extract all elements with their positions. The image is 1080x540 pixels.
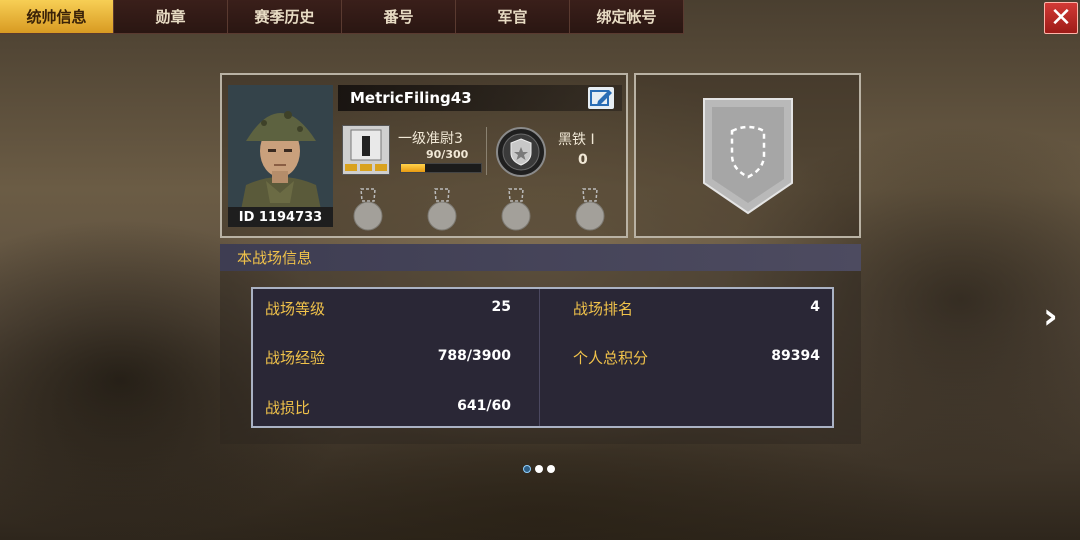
chevron-right-icon: › xyxy=(1043,296,1058,337)
tier-name: 黑铁 I xyxy=(558,132,595,148)
edit-name-button[interactable] xyxy=(588,87,614,109)
stat-label: 战场排名 xyxy=(573,300,634,318)
tab-designation[interactable]: 番号 xyxy=(342,0,456,34)
stat-value: 788/3900 xyxy=(437,348,511,364)
empty-shield-icon xyxy=(703,98,793,215)
rank-insignia-icon xyxy=(343,126,389,174)
rank-name: 一级准尉3 xyxy=(398,131,463,147)
medal-slot-icon[interactable] xyxy=(422,187,462,233)
stat-value: 641/60 xyxy=(457,398,511,414)
soldier-portrait-icon xyxy=(228,85,333,225)
legion-badge-card[interactable] xyxy=(634,73,861,238)
player-name: MetricFiling43 xyxy=(350,89,472,107)
tab-bind-account[interactable]: 绑定帐号 xyxy=(570,0,684,34)
name-bar: MetricFiling43 xyxy=(338,85,622,111)
medal-slot-icon[interactable] xyxy=(570,187,610,233)
stat-value: 89394 xyxy=(771,348,820,364)
tab-medals[interactable]: 勋章 xyxy=(114,0,228,34)
medal-slot-icon[interactable] xyxy=(496,187,536,233)
page-dot[interactable] xyxy=(523,465,531,473)
close-button[interactable]: ✕ xyxy=(1044,2,1078,34)
stats-divider xyxy=(539,289,540,426)
tab-bar: 统帅信息 勋章 赛季历史 番号 军官 绑定帐号 xyxy=(0,0,684,34)
medal-slot-icon[interactable] xyxy=(348,187,388,233)
section-header: 本战场信息 xyxy=(220,244,861,271)
tier-emblem[interactable] xyxy=(496,127,546,177)
stat-label: 战场等级 xyxy=(265,300,326,318)
edit-icon xyxy=(590,90,612,106)
iron-tier-shield-icon xyxy=(496,127,546,177)
stat-value: 25 xyxy=(491,299,511,315)
stat-label: 战场经验 xyxy=(265,349,326,367)
tier-value: 0 xyxy=(578,152,588,168)
page-dot[interactable] xyxy=(547,465,555,473)
divider xyxy=(486,127,487,175)
page-indicator xyxy=(523,465,555,473)
rank-exp-fill xyxy=(401,164,425,172)
rank-exp-bar xyxy=(400,163,482,173)
avatar[interactable] xyxy=(228,85,333,225)
next-page-arrow[interactable]: › xyxy=(1043,296,1058,337)
stat-label: 个人总积分 xyxy=(573,349,649,367)
stat-value: 4 xyxy=(810,299,820,315)
page-dot[interactable] xyxy=(535,465,543,473)
player-id: ID 1194733 xyxy=(228,207,333,227)
tab-officers[interactable]: 军官 xyxy=(456,0,570,34)
rank-insignia[interactable] xyxy=(342,125,390,175)
tab-commander-info[interactable]: 统帅信息 xyxy=(0,0,114,34)
player-card: ID 1194733 MetricFiling43 一级准尉3 90/300 黑… xyxy=(220,73,628,238)
close-icon: ✕ xyxy=(1050,3,1072,33)
battlefield-stats-panel: 战场等级 25 战场排名 4 战场经验 788/3900 个人总积分 89394… xyxy=(251,287,834,428)
rank-exp: 90/300 xyxy=(426,148,469,161)
section-title: 本战场信息 xyxy=(237,249,313,267)
tab-season-history[interactable]: 赛季历史 xyxy=(228,0,342,34)
stat-label: 战损比 xyxy=(265,399,311,417)
